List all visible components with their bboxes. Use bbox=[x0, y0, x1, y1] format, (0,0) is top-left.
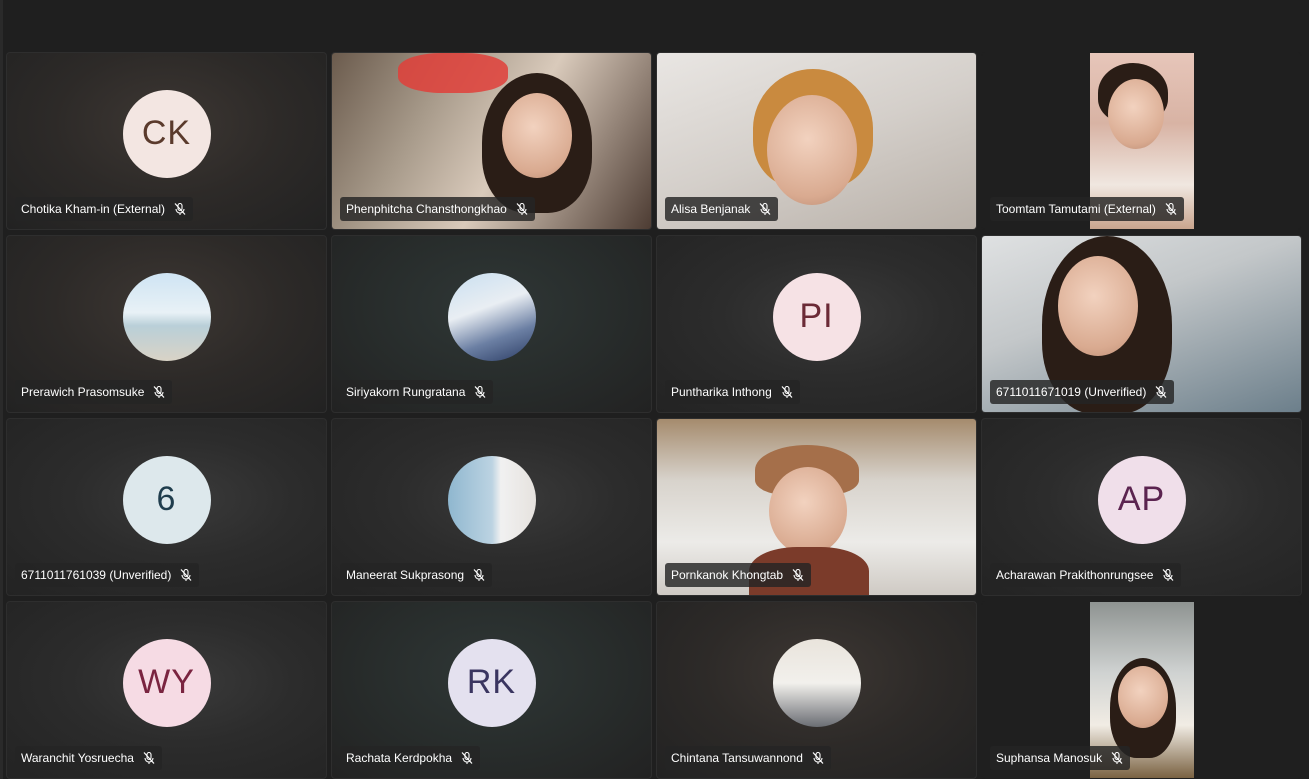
mic-off-icon bbox=[758, 202, 772, 216]
participant-name: Phenphitcha Chansthongkhao bbox=[346, 202, 507, 216]
avatar: RK bbox=[447, 638, 536, 727]
participant-name-tag: 6711011761039 (Unverified) bbox=[15, 563, 200, 587]
participant-name: Alisa Benjanak bbox=[671, 202, 751, 216]
avatar bbox=[447, 455, 536, 544]
mic-off-icon bbox=[142, 751, 156, 765]
participant-name: Suphansa Manosuk bbox=[996, 751, 1103, 765]
avatar: AP bbox=[1097, 455, 1186, 544]
participant-name: Siriyakorn Rungratana bbox=[346, 385, 466, 399]
participant-name: Puntharika Inthong bbox=[671, 385, 772, 399]
participant-name: Toomtam Tamutami (External) bbox=[996, 202, 1156, 216]
mic-off-icon bbox=[1154, 385, 1168, 399]
participant-name-tag: Alisa Benjanak bbox=[665, 197, 779, 221]
participant-name: 6711011761039 (Unverified) bbox=[21, 568, 172, 582]
participant-tile[interactable]: WY Waranchit Yosruecha bbox=[6, 601, 327, 779]
participant-tile[interactable]: 6 6711011761039 (Unverified) bbox=[6, 418, 327, 596]
participant-name: 6711011671019 (Unverified) bbox=[996, 385, 1147, 399]
participant-name-tag: Suphansa Manosuk bbox=[990, 746, 1131, 770]
participant-name: Acharawan Prakithonrungsee bbox=[996, 568, 1154, 582]
participant-name: Waranchit Yosruecha bbox=[21, 751, 134, 765]
participant-name-tag: Acharawan Prakithonrungsee bbox=[990, 563, 1182, 587]
participant-tile[interactable]: Siriyakorn Rungratana bbox=[331, 235, 652, 413]
avatar bbox=[122, 272, 211, 361]
participant-name: Chintana Tansuwannond bbox=[671, 751, 803, 765]
participant-name-tag: Phenphitcha Chansthongkhao bbox=[340, 197, 535, 221]
avatar bbox=[447, 272, 536, 361]
mic-off-icon bbox=[152, 385, 166, 399]
participant-grid: CK Chotika Kham-in (External) Phenphitch… bbox=[6, 52, 1302, 779]
participant-name: Pornkanok Khongtab bbox=[671, 568, 784, 582]
participant-tile[interactable]: Toomtam Tamutami (External) bbox=[981, 52, 1302, 230]
mic-off-icon bbox=[515, 202, 529, 216]
participant-tile[interactable]: Phenphitcha Chansthongkhao bbox=[331, 52, 652, 230]
mic-off-icon bbox=[179, 568, 193, 582]
participant-name-tag: Maneerat Sukprasong bbox=[340, 563, 493, 587]
participant-name-tag: 6711011671019 (Unverified) bbox=[990, 380, 1175, 404]
mic-off-icon bbox=[460, 751, 474, 765]
participant-tile[interactable]: PI Puntharika Inthong bbox=[656, 235, 977, 413]
participant-tile[interactable]: Prerawich Prasomsuke bbox=[6, 235, 327, 413]
participant-tile[interactable]: Alisa Benjanak bbox=[656, 52, 977, 230]
participant-name: Maneerat Sukprasong bbox=[346, 568, 465, 582]
avatar: 6 bbox=[122, 455, 211, 544]
avatar: WY bbox=[122, 638, 211, 727]
participant-name-tag: Toomtam Tamutami (External) bbox=[990, 197, 1184, 221]
participant-tile[interactable]: Pornkanok Khongtab bbox=[656, 418, 977, 596]
mic-off-icon bbox=[1164, 202, 1178, 216]
participant-tile[interactable]: RK Rachata Kerdpokha bbox=[331, 601, 652, 779]
participant-name-tag: Puntharika Inthong bbox=[665, 380, 800, 404]
participant-name-tag: Waranchit Yosruecha bbox=[15, 746, 162, 770]
participant-name-tag: Chintana Tansuwannond bbox=[665, 746, 831, 770]
participant-name: Chotika Kham-in (External) bbox=[21, 202, 166, 216]
top-bar bbox=[0, 0, 1309, 52]
participant-tile[interactable]: Suphansa Manosuk bbox=[981, 601, 1302, 779]
mic-off-icon bbox=[780, 385, 794, 399]
participant-name: Rachata Kerdpokha bbox=[346, 751, 453, 765]
participant-name-tag: Chotika Kham-in (External) bbox=[15, 197, 194, 221]
avatar bbox=[772, 638, 861, 727]
participant-tile[interactable]: CK Chotika Kham-in (External) bbox=[6, 52, 327, 230]
avatar: PI bbox=[772, 272, 861, 361]
window-edge bbox=[0, 0, 3, 779]
mic-off-icon bbox=[1110, 751, 1124, 765]
mic-off-icon bbox=[173, 202, 187, 216]
participant-tile[interactable]: AP Acharawan Prakithonrungsee bbox=[981, 418, 1302, 596]
mic-off-icon bbox=[1161, 568, 1175, 582]
participant-name-tag: Rachata Kerdpokha bbox=[340, 746, 481, 770]
participant-name-tag: Prerawich Prasomsuke bbox=[15, 380, 173, 404]
participant-name: Prerawich Prasomsuke bbox=[21, 385, 145, 399]
participant-name-tag: Pornkanok Khongtab bbox=[665, 563, 812, 587]
mic-off-icon bbox=[472, 568, 486, 582]
mic-off-icon bbox=[811, 751, 825, 765]
avatar: CK bbox=[122, 89, 211, 178]
participant-tile[interactable]: 6711011671019 (Unverified) bbox=[981, 235, 1302, 413]
participant-name-tag: Siriyakorn Rungratana bbox=[340, 380, 494, 404]
mic-off-icon bbox=[791, 568, 805, 582]
mic-off-icon bbox=[473, 385, 487, 399]
participant-tile[interactable]: Maneerat Sukprasong bbox=[331, 418, 652, 596]
participant-tile[interactable]: Chintana Tansuwannond bbox=[656, 601, 977, 779]
